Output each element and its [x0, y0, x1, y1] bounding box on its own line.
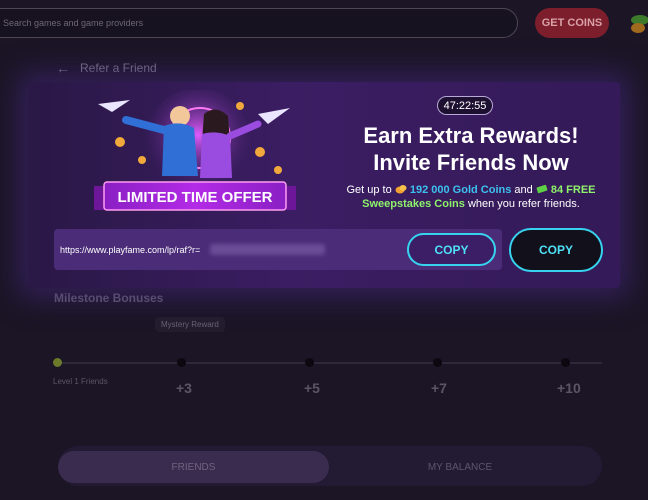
milestone-dot-4	[561, 358, 570, 367]
milestone-dot-2	[305, 358, 314, 367]
get-coins-button[interactable]: GET COINS	[535, 8, 609, 38]
sweepstakes-coins-icon	[536, 184, 548, 194]
countdown-timer: 47:22:55	[437, 96, 493, 115]
milestone-tick: +5	[304, 380, 320, 396]
gold-coins-icon	[395, 185, 407, 194]
gold-coins-amount: 192 000 Gold Coins	[409, 184, 512, 196]
milestone-tick: +10	[557, 380, 581, 396]
headline-line-1: Earn Extra Rewards!	[363, 123, 579, 148]
milestone-track	[57, 362, 602, 364]
top-bar: Search games and game providers GET COIN…	[0, 0, 648, 46]
level-label: Level 1 Friends	[53, 377, 108, 386]
tab-my-balance[interactable]: MY BALANCE	[360, 451, 560, 483]
milestone-tick: +3	[176, 380, 192, 396]
breadcrumb[interactable]: ← Refer a Friend	[56, 60, 157, 76]
copy-link-button[interactable]: COPY	[407, 233, 496, 266]
promo-headline: Earn Extra Rewards! Invite Friends Now	[330, 122, 612, 176]
referral-link-text: https://www.playfame.com/lp/raf?r=	[60, 245, 201, 255]
offer-suffix: when you refer friends.	[467, 198, 580, 210]
milestone-dot-start	[53, 358, 62, 367]
milestone-tick: +7	[431, 380, 447, 396]
referral-code-redacted	[210, 244, 325, 255]
mystery-reward-label: Mystery Reward	[155, 317, 225, 332]
milestone-dot-1	[177, 358, 186, 367]
copy-button-highlighted[interactable]: COPY	[509, 228, 603, 272]
limited-offer-banner: LIMITED TIME OFFER	[94, 90, 296, 211]
sweeps-amount: 84 FREE	[550, 184, 596, 196]
milestone-dot-3	[433, 358, 442, 367]
milestone-title: Milestone Bonuses	[54, 291, 164, 305]
headline-line-2: Invite Friends Now	[373, 150, 569, 175]
back-arrow-icon[interactable]: ←	[56, 60, 70, 76]
offer-prefix: Get up to	[346, 184, 392, 196]
offer-and: and	[514, 184, 533, 196]
banner-text: LIMITED TIME OFFER	[118, 189, 273, 206]
page-title: Refer a Friend	[80, 61, 157, 75]
sweeps-label: Sweepstakes Coins	[362, 198, 465, 210]
offer-text: Get up to 192 000 Gold Coins and 84 FREE…	[316, 183, 626, 211]
tab-friends[interactable]: FRIENDS	[58, 451, 329, 483]
coins-icon	[631, 15, 648, 33]
search-input[interactable]: Search games and game providers	[0, 8, 518, 38]
